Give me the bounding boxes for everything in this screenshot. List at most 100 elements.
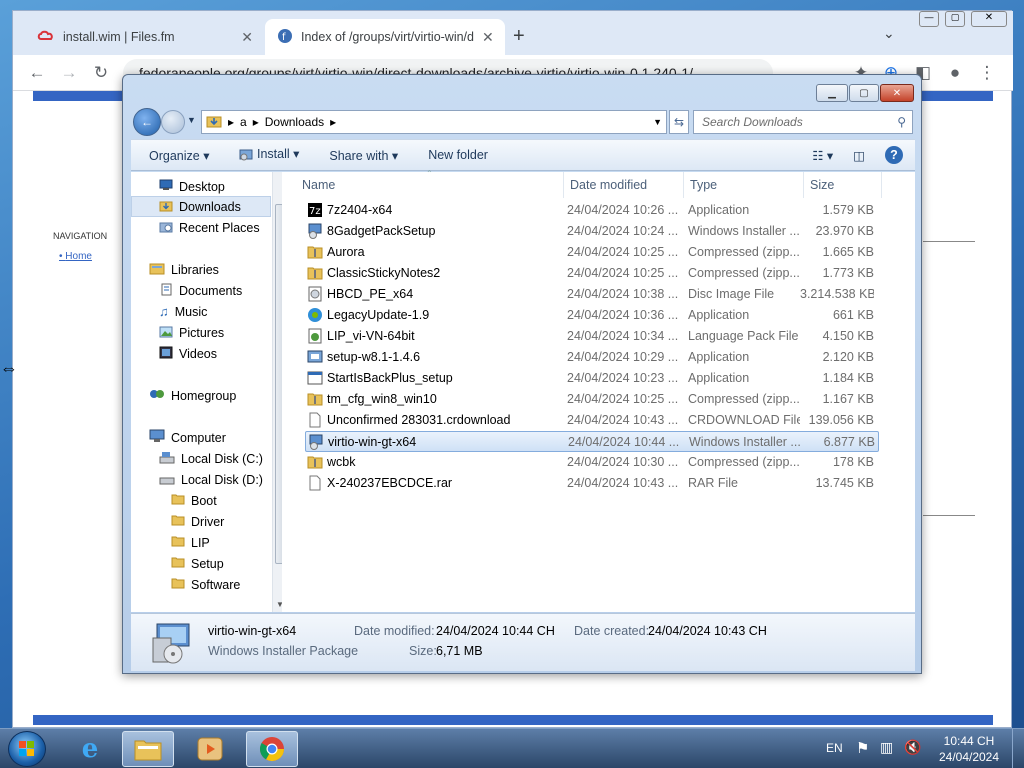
preview-pane-icon[interactable]: ◫ [843, 148, 875, 163]
forward-button-icon[interactable] [161, 110, 185, 134]
column-header-size[interactable]: Size [804, 172, 882, 198]
language-indicator[interactable]: EN [826, 741, 843, 755]
chrome-taskbar-icon[interactable] [246, 731, 298, 767]
file-type: Language Pack File [688, 329, 799, 343]
new-tab-button[interactable]: + [513, 25, 525, 48]
breadcrumb-downloads[interactable]: Downloads [265, 115, 324, 129]
tab-close-icon[interactable]: ✕ [482, 29, 494, 46]
file-row[interactable]: 7z 7z2404-x64 24/04/2024 10:26 ... Applicat… [305, 200, 879, 221]
file-date-modified: 24/04/2024 10:25 ... [567, 392, 679, 406]
nav-item-computer[interactable]: Computer [131, 427, 271, 448]
file-row[interactable]: virtio-win-gt-x64 24/04/2024 10:44 ... Win… [305, 431, 879, 452]
nav-item-local-disk-d[interactable]: Local Disk (D:) [131, 469, 271, 490]
file-row[interactable]: LegacyUpdate-1.9 24/04/2024 10:36 ... Appl… [305, 305, 879, 326]
share-with-button[interactable]: Share with ▾ [319, 148, 408, 163]
nav-item-folder-boot[interactable]: Boot [131, 490, 271, 511]
nav-item-music[interactable]: ♫ Music [131, 301, 271, 322]
action-center-flag-icon[interactable]: ⚑ [856, 739, 869, 757]
column-header-date-modified[interactable]: Date modified [564, 172, 684, 198]
explorer-maximize-button[interactable]: ▢ [849, 84, 879, 102]
address-dropdown-icon[interactable]: ▼ [653, 117, 666, 127]
nav-item-folder-software[interactable]: Software [131, 574, 271, 595]
start-button-icon[interactable] [8, 731, 46, 767]
installer-large-icon [149, 620, 195, 669]
nav-label: Homegroup [171, 388, 237, 403]
file-size: 1.665 KB [822, 245, 874, 259]
nav-item-libraries[interactable]: Libraries [131, 259, 271, 280]
reload-icon[interactable]: ↻ [89, 61, 113, 85]
file-row[interactable]: HBCD_PE_x64 24/04/2024 10:38 ... Disc Imag… [305, 284, 879, 305]
organize-button[interactable]: Organize ▾ [139, 148, 219, 163]
network-icon[interactable]: ▥ [880, 739, 893, 756]
profile-avatar-icon[interactable]: ● [943, 61, 967, 85]
file-row[interactable]: Aurora 24/04/2024 10:25 ... Compressed (zi… [305, 242, 879, 263]
show-desktop-button[interactable] [1012, 729, 1024, 768]
nav-item-folder-lip[interactable]: LIP [131, 532, 271, 553]
forward-arrow-icon[interactable]: → [57, 61, 81, 85]
window-minimize-button[interactable]: — [919, 11, 939, 27]
nav-item-documents[interactable]: Documents [131, 280, 271, 301]
nav-item-local-disk-c[interactable]: Local Disk (C:) [131, 448, 271, 469]
window-close-button[interactable]: ✕ [971, 11, 1007, 27]
refresh-icon[interactable]: ⇆ [669, 110, 689, 134]
nav-item-pictures[interactable]: Pictures [131, 322, 271, 343]
volume-muted-icon[interactable]: 🔇 [904, 739, 921, 756]
file-row[interactable]: StartIsBackPlus_setup 24/04/2024 10:23 ..… [305, 368, 879, 389]
nav-item-videos[interactable]: Videos [131, 343, 271, 364]
nav-item-downloads[interactable]: Downloads [131, 196, 271, 217]
column-header-name[interactable]: Name ⌃ [296, 169, 564, 198]
file-row[interactable]: 8GadgetPackSetup 24/04/2024 10:24 ... Wind… [305, 221, 879, 242]
folder-icon [171, 535, 185, 550]
tab-search-chevron-icon[interactable]: ⌄ [883, 25, 895, 42]
install-button[interactable]: Install ▾ [229, 146, 309, 163]
file-row[interactable]: setup-w8.1-1.4.6 24/04/2024 10:29 ... Appl… [305, 347, 879, 368]
nav-item-desktop[interactable]: Desktop [131, 176, 271, 197]
nav-label: Downloads [179, 199, 241, 214]
home-link-text[interactable]: Home [65, 251, 92, 262]
folder-icon [171, 514, 185, 529]
clock-date[interactable]: 24/04/2024 [938, 750, 1000, 764]
recent-pages-chevron-icon[interactable]: ▼ [187, 115, 196, 125]
windows-explorer-taskbar-icon[interactable] [122, 731, 174, 767]
nav-item-folder-setup[interactable]: Setup [131, 553, 271, 574]
clock-time[interactable]: 10:44 CH [942, 734, 996, 748]
file-type: Application [688, 350, 750, 364]
back-button-icon[interactable]: ← [133, 108, 161, 136]
nav-item-recent-places[interactable]: Recent Places [131, 217, 271, 238]
media-player-icon[interactable] [184, 731, 236, 767]
search-icon[interactable]: ⚲ [897, 115, 912, 129]
explorer-close-button[interactable]: ✕ [880, 84, 914, 102]
new-folder-button[interactable]: New folder [418, 148, 498, 162]
search-input[interactable]: Search Downloads ⚲ [693, 110, 913, 134]
nav-label: Desktop [179, 179, 225, 194]
details-file-type: Windows Installer Package [208, 644, 359, 658]
window-maximize-button[interactable]: ▢ [945, 11, 965, 27]
explorer-minimize-button[interactable]: ▁ [816, 84, 848, 102]
tab-title: install.wim | Files.fm [63, 30, 175, 44]
tab-virtio-index[interactable]: f Index of /groups/virt/virtio-win/d ✕ [265, 19, 505, 55]
file-row[interactable]: X-240237EBCDCE.rar 24/04/2024 10:43 ... RA… [305, 473, 879, 494]
file-name: LegacyUpdate-1.9 [327, 308, 430, 322]
breadcrumb-a[interactable]: a [240, 115, 247, 129]
tab-close-icon[interactable]: ✕ [241, 29, 253, 46]
internet-explorer-icon[interactable]: e [64, 731, 116, 767]
nav-item-folder-driver[interactable]: Driver [131, 511, 271, 532]
file-name: virtio-win-gt-x64 [328, 435, 417, 449]
view-options-icon[interactable]: ☷ ▾ [802, 148, 843, 163]
nav-item-homegroup[interactable]: Homegroup [131, 385, 271, 406]
file-type: Compressed (zipp... [688, 266, 800, 280]
home-link[interactable]: • Home [59, 251, 92, 262]
nav-label: Software [191, 577, 241, 592]
file-name: setup-w8.1-1.4.6 [327, 350, 421, 364]
explorer-address-bar[interactable]: ▸ a ▸ Downloads ▸ ▼ [201, 110, 667, 134]
back-arrow-icon[interactable]: ← [25, 61, 49, 85]
tab-install-wim[interactable]: install.wim | Files.fm ✕ [25, 19, 265, 55]
column-header-type[interactable]: Type [684, 172, 804, 198]
chrome-menu-icon[interactable]: ⋮ [975, 61, 999, 85]
file-row[interactable]: Unconfirmed 283031.crdownload 24/04/2024 … [305, 410, 879, 431]
file-row[interactable]: LIP_vi-VN-64bit 24/04/2024 10:34 ... Langu… [305, 326, 879, 347]
help-icon[interactable]: ? [875, 146, 915, 164]
file-row[interactable]: ClassicStickyNotes2 24/04/2024 10:25 ... C… [305, 263, 879, 284]
file-row[interactable]: tm_cfg_win8_win10 24/04/2024 10:25 ... Com… [305, 389, 879, 410]
file-row[interactable]: wcbk 24/04/2024 10:30 ... Compressed (zipp… [305, 452, 879, 473]
